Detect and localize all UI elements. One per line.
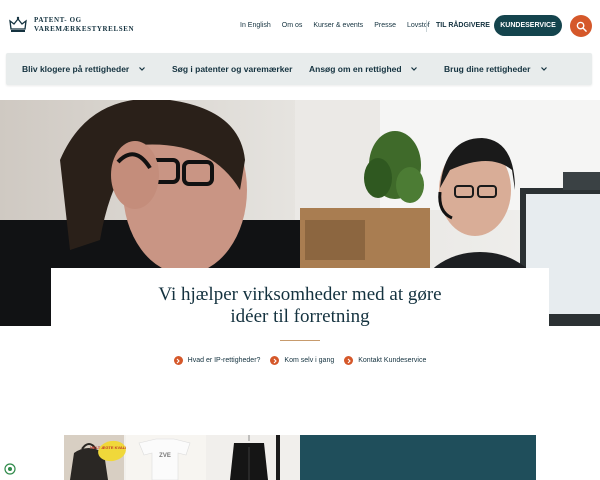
main-navigation: Bliv klogere på rettigheder Søg i patent… (6, 53, 592, 85)
site-header: PATENT- OG VAREMÆRKESTYRELSEN In English… (0, 0, 600, 52)
logo-line1: PATENT- OG (34, 16, 82, 24)
products-photo: HELT ÆGTE KVALITET ZVE (64, 435, 300, 480)
hero-link-kom-i-gang[interactable]: Kom selv i gang (270, 356, 334, 365)
hero-title-line1: Vi hjælper virksomheder med at gøre (158, 284, 442, 305)
til-raadgivere-link[interactable]: TIL RÅDGIVERE (436, 22, 490, 29)
topnav-in-english[interactable]: In English (240, 22, 271, 29)
topnav-kurser-events[interactable]: Kurser & events (313, 22, 363, 29)
chevron-down-icon[interactable] (410, 65, 418, 73)
topnav-divider (426, 20, 427, 32)
search-icon (576, 21, 587, 32)
chevron-down-icon[interactable] (138, 65, 146, 73)
mainnav-item-brug[interactable]: Brug dine rettigheder (444, 64, 530, 74)
mainnav-item-ansoeg[interactable]: Ansøg om en rettighed (309, 64, 402, 74)
hero-link-label: Kom selv i gang (284, 357, 335, 364)
hero-link-label: Kontakt Kundeservice (358, 357, 427, 364)
hero-link-kontakt-kundeservice[interactable]: Kontakt Kundeservice (344, 356, 426, 365)
chevron-down-icon[interactable] (540, 65, 548, 73)
feature-panel (300, 435, 536, 480)
arrow-right-icon (173, 356, 183, 365)
hero-card: Vi hjælper virksomheder med at gøre idée… (51, 268, 549, 388)
search-button[interactable] (570, 15, 592, 37)
topnav-om-os[interactable]: Om os (282, 22, 303, 29)
products-image: HELT ÆGTE KVALITET ZVE (64, 435, 300, 480)
arrow-right-icon (270, 356, 280, 365)
crown-icon (9, 16, 27, 32)
top-navigation: In English Om os Kurser & events Presse … (240, 22, 441, 29)
logo-line2: VAREMÆRKESTYRELSEN (34, 25, 135, 33)
topnav-presse[interactable]: Presse (374, 22, 396, 29)
kundeservice-button[interactable]: KUNDESERVICE (494, 15, 562, 36)
mainnav-item-bliv-klogere[interactable]: Bliv klogere på rettigheder (22, 64, 129, 74)
logo-text: PATENT- OG VAREMÆRKESTYRELSEN (34, 16, 134, 34)
hero-divider (280, 340, 320, 341)
mainnav-item-soeg[interactable]: Søg i patenter og varemærker (172, 64, 292, 74)
hero-link-ip-rettigheder[interactable]: Hvad er IP-rettigheder? (173, 356, 261, 365)
arrow-right-icon (344, 356, 354, 365)
hero-title-line2: idéer til forretning (230, 306, 370, 327)
hero-links: Hvad er IP-rettigheder? Kom selv i gang … (51, 356, 549, 365)
hero-link-label: Hvad er IP-rettigheder? (187, 357, 261, 364)
logo[interactable]: PATENT- OG VAREMÆRKESTYRELSEN (8, 15, 134, 35)
hero-title: Vi hjælper virksomheder med at gøre idée… (51, 284, 549, 328)
cookie-settings-icon[interactable] (4, 463, 16, 475)
svg-text:ZVE: ZVE (159, 453, 171, 459)
